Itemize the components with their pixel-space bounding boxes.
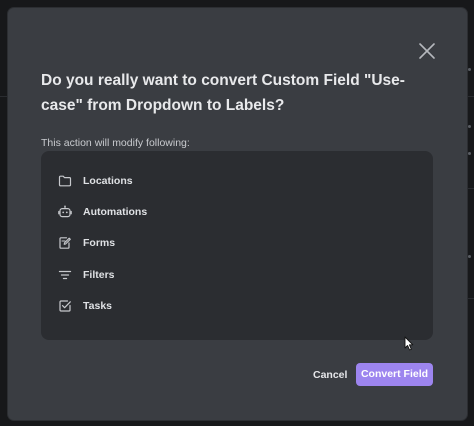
close-icon — [419, 43, 435, 59]
mouse-cursor-icon — [404, 336, 414, 351]
list-item-label: Locations — [83, 174, 133, 187]
list-item-locations: Locations — [57, 165, 147, 196]
list-item-label: Filters — [83, 268, 115, 281]
background-divider — [0, 96, 8, 97]
list-item-filters: Filters — [57, 259, 147, 290]
close-button[interactable] — [417, 41, 437, 61]
background-divider — [467, 188, 474, 189]
list-item-label: Tasks — [83, 299, 112, 312]
dialog-subtitle: This action will modify following: — [41, 137, 190, 149]
background-dot — [468, 68, 471, 71]
background-dot — [468, 255, 471, 258]
affected-items-list: Locations Automations Forms Filters Task… — [57, 165, 147, 321]
form-edit-icon — [57, 235, 73, 251]
cancel-button[interactable]: Cancel — [307, 364, 353, 386]
checkbox-icon — [57, 298, 73, 314]
robot-icon — [57, 204, 73, 220]
list-item-label: Forms — [83, 237, 116, 250]
background-divider — [467, 96, 474, 97]
background-dot — [468, 152, 471, 155]
dialog-title: Do you really want to convert Custom Fie… — [41, 72, 405, 114]
affected-items-panel: Locations Automations Forms Filters Task… — [41, 151, 433, 340]
list-item-tasks: Tasks — [57, 290, 147, 321]
convert-field-button[interactable]: Convert Field — [356, 363, 433, 386]
filter-icon — [57, 267, 73, 283]
folder-icon — [57, 173, 73, 189]
list-item-automations: Automations — [57, 196, 147, 227]
convert-field-dialog: Do you really want to convert Custom Fie… — [8, 8, 467, 420]
list-item-label: Automations — [83, 205, 148, 218]
background-dot — [468, 125, 471, 128]
list-item-forms: Forms — [57, 228, 147, 259]
background-divider — [467, 298, 474, 299]
